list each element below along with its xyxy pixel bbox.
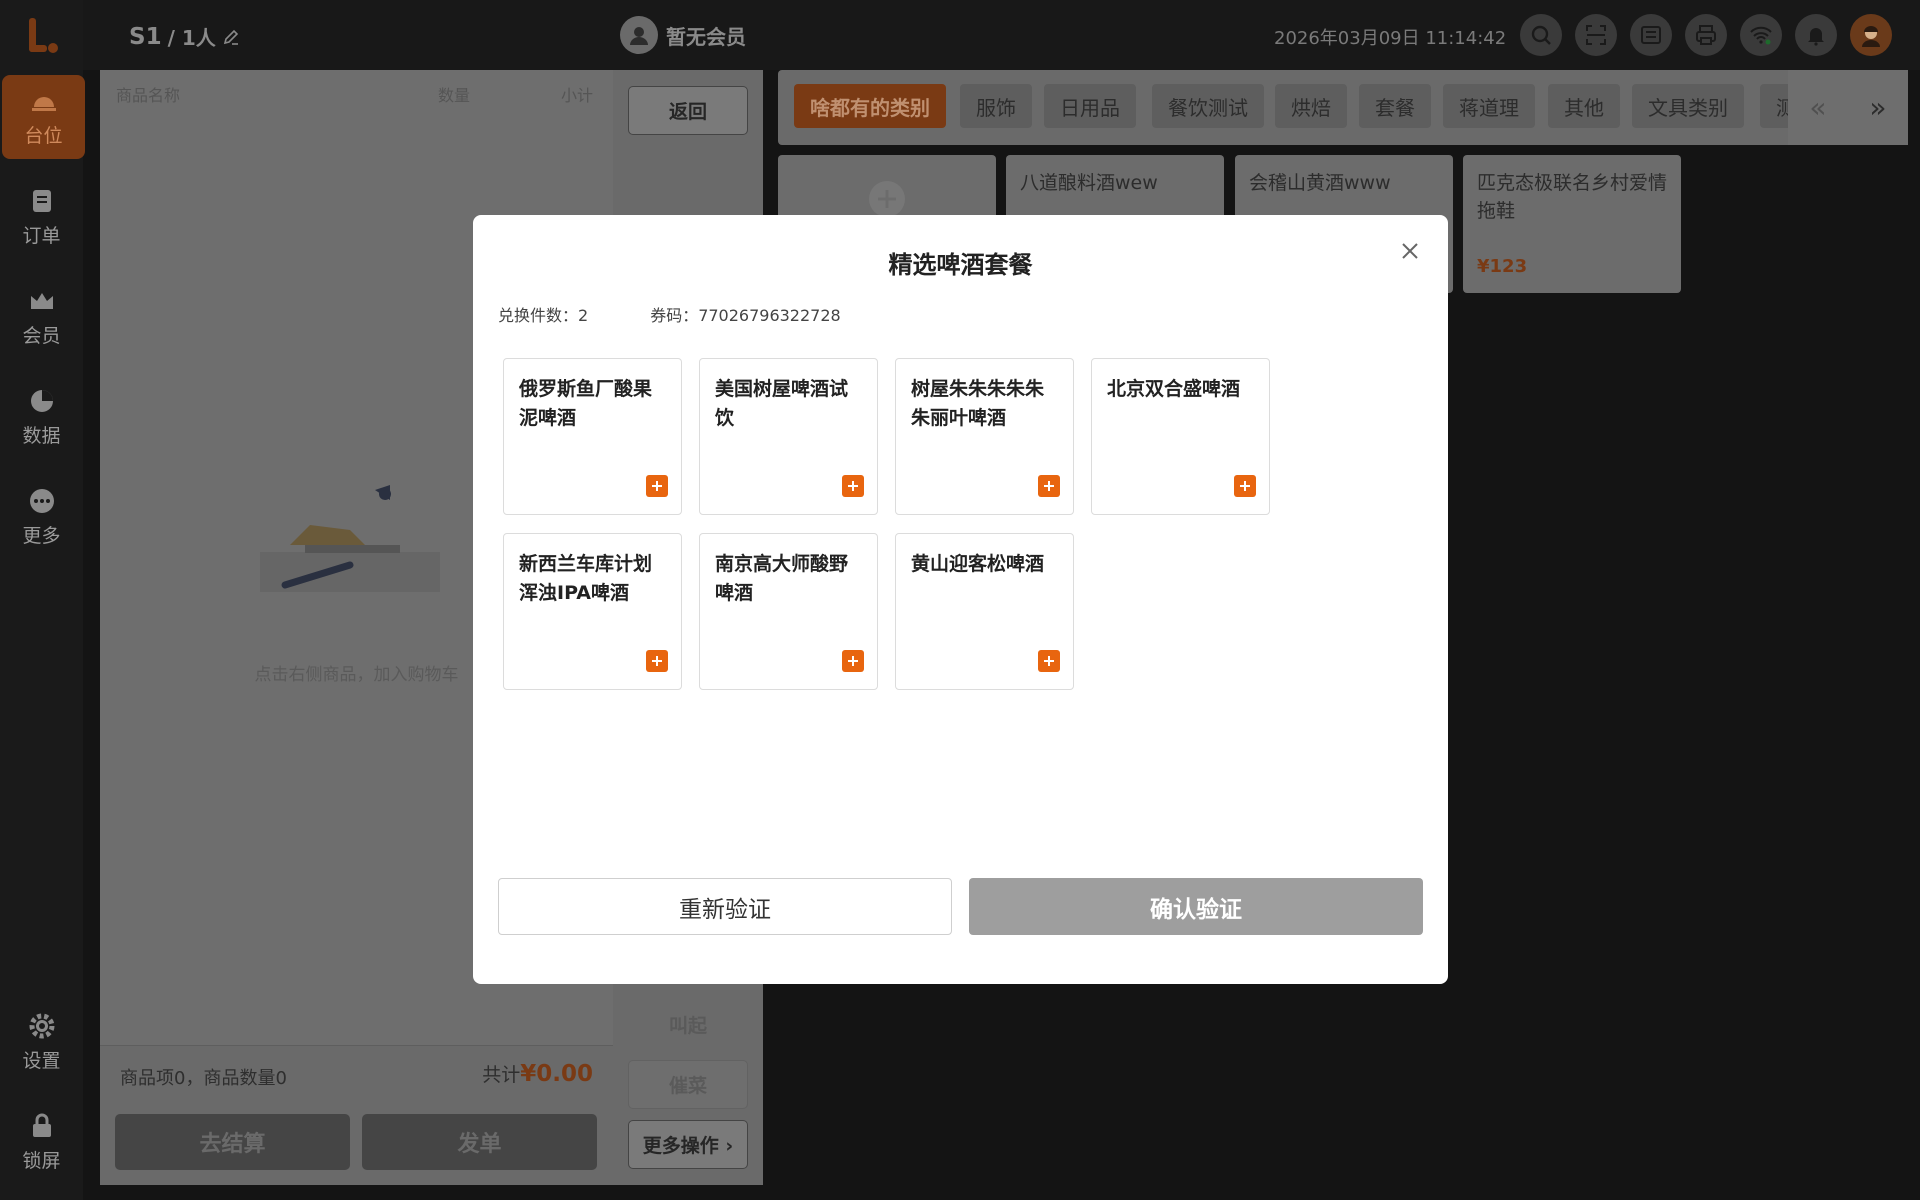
package-dialog: 精选啤酒套餐 兑换件数：2 券码：77026796322728 俄罗斯鱼厂酸果泥…: [473, 215, 1448, 984]
package-item[interactable]: 树屋朱朱朱朱朱朱丽叶啤酒: [895, 358, 1074, 515]
package-item[interactable]: 美国树屋啤酒试饮: [699, 358, 878, 515]
add-icon[interactable]: [646, 475, 668, 497]
add-icon[interactable]: [1038, 475, 1060, 497]
dialog-title: 精选啤酒套餐: [888, 251, 1033, 279]
package-item[interactable]: 南京高大师酸野啤酒: [699, 533, 878, 690]
add-icon[interactable]: [1234, 475, 1256, 497]
package-item[interactable]: 黄山迎客松啤酒: [895, 533, 1074, 690]
package-item-name: 俄罗斯鱼厂酸果泥啤酒: [519, 378, 653, 429]
package-item[interactable]: 俄罗斯鱼厂酸果泥啤酒: [503, 358, 682, 515]
confirm-verify-button[interactable]: 确认验证: [969, 878, 1423, 935]
package-item-name: 南京高大师酸野啤酒: [715, 553, 849, 604]
voucher-info: 兑换件数：2 券码：77026796322728: [498, 302, 841, 326]
add-icon[interactable]: [1038, 650, 1060, 672]
package-item-name: 黄山迎客松啤酒: [911, 553, 1045, 575]
package-item-name: 美国树屋啤酒试饮: [715, 378, 849, 429]
close-icon[interactable]: [1398, 239, 1422, 263]
package-item-name: 新西兰车库计划浑浊IPA啤酒: [519, 553, 653, 604]
add-icon[interactable]: [842, 475, 864, 497]
reverify-button[interactable]: 重新验证: [498, 878, 952, 935]
voucher-code: 券码：77026796322728: [650, 306, 841, 325]
package-item[interactable]: 北京双合盛啤酒: [1091, 358, 1270, 515]
add-icon[interactable]: [842, 650, 864, 672]
exchange-count: 兑换件数：2: [498, 306, 589, 325]
package-item-name: 树屋朱朱朱朱朱朱丽叶啤酒: [911, 378, 1045, 429]
add-icon[interactable]: [646, 650, 668, 672]
package-item-name: 北京双合盛啤酒: [1107, 378, 1241, 400]
package-item[interactable]: 新西兰车库计划浑浊IPA啤酒: [503, 533, 682, 690]
